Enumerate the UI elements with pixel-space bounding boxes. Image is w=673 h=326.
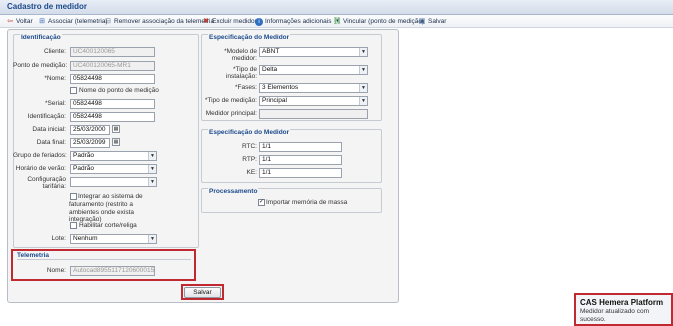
ke-label: KE: [246,169,257,176]
meter-spec-legend: Especificação do Medidor [208,34,291,41]
tariff-config-label: Configuração tarifária: [27,176,66,190]
associate-icon: ⊞ [39,18,45,25]
telemetry-divider [17,259,191,260]
client-label: Cliente: [43,48,66,55]
delete-icon: ✖ [203,18,209,25]
meter-form-panel: Identificação Cliente: UC400120065 Ponto… [7,29,399,303]
chevron-down-icon: ▼ [148,152,156,160]
identification-label: Identificação: [27,113,66,120]
phases-label: *Fases: [234,84,257,91]
import-mass-memory-label: Importar memória de massa [266,199,348,206]
holiday-group-value: Padrão [73,152,94,159]
associate-label: Associar (telemetria) [48,18,108,25]
end-date-calendar-icon[interactable]: ▦ [112,138,120,146]
measurement-type-value: Principal [262,97,287,104]
toolbar-save-label: Salvar [428,18,447,25]
client-field[interactable]: UC400120065 [70,47,155,57]
main-meter-field[interactable] [259,109,368,119]
tariff-config-select[interactable]: ▼ [70,177,157,187]
link-label: Vincular (ponto de medição) [343,18,425,25]
delete-meter-button[interactable]: ✖ Excluir medidor [202,17,257,26]
measurement-point-label: Ponto de medição: [13,62,68,69]
chevron-down-icon: ▼ [359,97,367,105]
remove-association-button[interactable]: ⊟ Remover associação da telemetria [104,17,214,26]
phases-select[interactable]: 3 Elementos ▼ [259,83,368,93]
point-name-checkbox-label: Nome do ponto de medição [79,87,159,94]
window-title: Cadastro de medidor [7,2,88,11]
identification-field[interactable]: 05824498 [70,112,155,122]
rtc-label: RTC: [241,143,257,150]
toolbar-save-button[interactable]: ▣ Salvar [418,17,447,26]
toast-message: Medidor atualizado com sucesso. [580,308,650,323]
save-button[interactable]: Salvar [184,287,221,298]
meter-ratio-legend: Especificação do Medidor [208,129,291,136]
back-label: Voltar [16,18,33,25]
toolbar: ⇦ Voltar ⊞ Associar (telemetria) ⊟ Remov… [0,15,673,28]
batch-label: Lote: [51,235,66,242]
chevron-down-icon: ▼ [148,178,156,186]
start-date-field[interactable]: 25/03/2000 [70,125,110,135]
measurement-point-field[interactable]: UC400120065-MR1 [70,61,155,71]
meter-model-label: *Modelo de medidor: [224,48,257,62]
rtc-field[interactable]: 1/1 [259,142,342,152]
serial-label: *Serial: [45,100,66,107]
start-date-calendar-icon[interactable]: ▦ [112,125,120,133]
chevron-down-icon: ▼ [359,84,367,92]
cut-reconnect-label: Habilitar corte/religa [79,222,137,229]
name-label: *Nome: [44,75,66,82]
link-icon: ⛓ [332,18,342,25]
identification-legend: Identificação [20,34,62,41]
ke-field[interactable]: 1/1 [259,168,342,178]
dst-select[interactable]: Padrão ▼ [70,164,157,174]
remove-link-icon: ⊟ [105,18,111,25]
name-field[interactable]: 05824498 [70,74,155,84]
batch-select[interactable]: Nenhum ▼ [70,234,157,244]
link-measurement-point-button[interactable]: ⛓ Vincular (ponto de medição) [332,17,425,26]
installation-type-value: Delta [262,66,278,73]
installation-type-select[interactable]: Delta ▼ [259,65,368,75]
chevron-down-icon: ▼ [148,235,156,243]
toast-title: CAS Hemera Platform [580,298,664,307]
chevron-down-icon: ▼ [359,66,367,74]
delete-label: Excluir medidor [212,18,257,25]
success-toast: CAS Hemera Platform Medidor atualizado c… [574,293,673,326]
serial-field[interactable]: 05824498 [70,99,155,109]
main-meter-label: Medidor principal: [205,110,257,117]
point-name-checkbox[interactable] [70,87,77,94]
telemetry-name-label: Nome: [46,267,66,274]
import-mass-memory-checkbox[interactable]: ✓ [258,199,265,206]
end-date-label: Data final: [36,139,66,146]
chevron-down-icon: ▼ [359,48,367,56]
holiday-group-select[interactable]: Padrão ▼ [70,151,157,161]
info-icon: i [255,17,263,26]
dst-label: Horário de verão: [15,165,66,172]
telemetry-name-field[interactable]: Autocad8955117120600015322 [70,266,155,276]
start-date-label: Data inicial: [32,126,66,133]
meter-model-select[interactable]: ABNT ▼ [259,47,368,57]
batch-value: Nenhum [73,235,98,242]
telemetry-legend: Telemetria [17,252,50,259]
remove-association-label: Remover associação da telemetria [114,18,215,25]
dst-value: Padrão [73,165,94,172]
info-label: Informações adicionais [265,18,332,25]
back-button[interactable]: ⇦ Voltar [6,17,33,26]
window-titlebar: Cadastro de medidor [0,0,673,15]
chevron-down-icon: ▼ [148,165,156,173]
floppy-disk-icon: ▣ [418,18,426,25]
end-date-field[interactable]: 25/03/2099 [70,138,110,148]
additional-info-button[interactable]: i Informações adicionais ▾ [255,17,341,26]
rtp-label: RTP: [242,156,257,163]
cut-reconnect-checkbox[interactable] [70,222,77,229]
phases-value: 3 Elementos [262,84,299,91]
holiday-group-label: Grupo de feriados: [13,152,67,159]
rtp-field[interactable]: 1/1 [259,155,342,165]
meter-model-value: ABNT [262,48,280,55]
billing-integration-label: Integrar ao sistema de faturamento (rest… [69,193,143,224]
back-arrow-icon: ⇦ [7,18,13,25]
processing-legend: Processamento [208,188,259,195]
associate-telemetry-button[interactable]: ⊞ Associar (telemetria) [38,17,108,26]
measurement-type-label: *Tipo de medição: [204,97,257,104]
installation-type-label: *Tipo de instalação: [225,66,257,80]
measurement-type-select[interactable]: Principal ▼ [259,96,368,106]
